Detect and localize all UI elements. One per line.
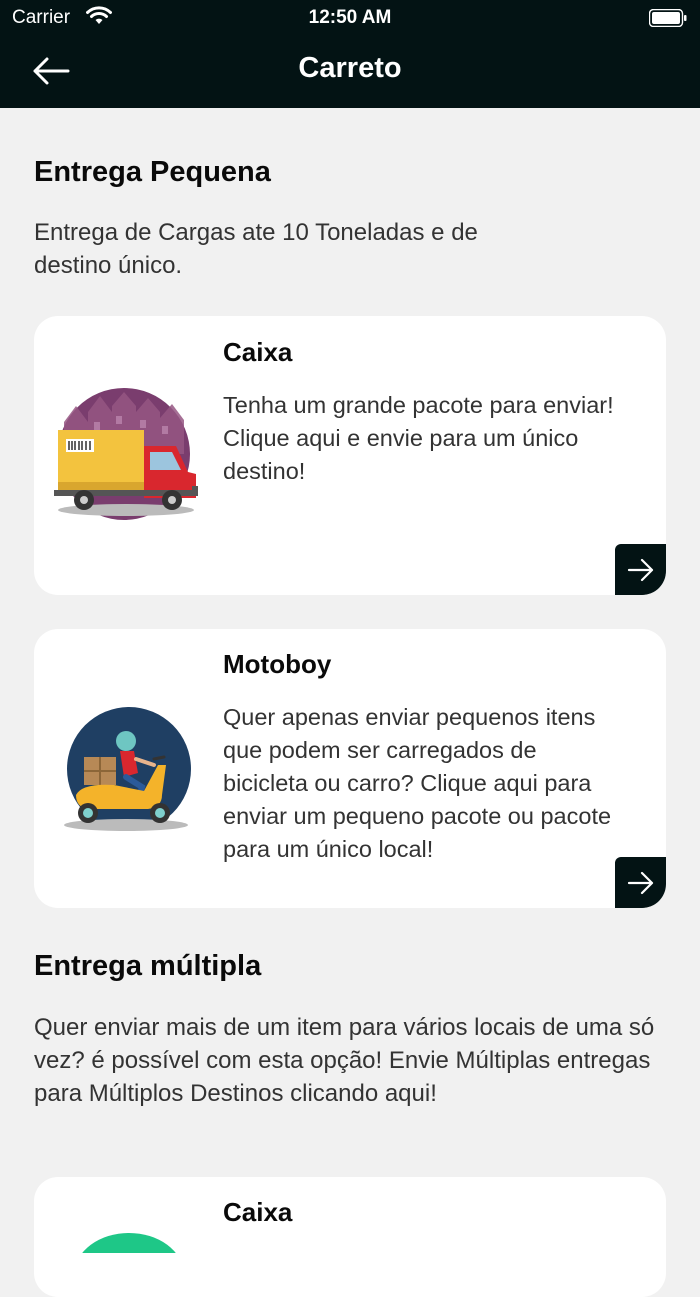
page-title: Carreto: [298, 52, 402, 84]
section-description-multiple-delivery: Quer enviar mais de um item para vários …: [34, 1014, 655, 1107]
battery-icon: [649, 9, 687, 27]
delivery-option-card-multiple-box[interactable]: Caixa: [34, 1177, 666, 1297]
arrow-right-icon: [627, 871, 654, 895]
delivery-truck-icon: [54, 388, 198, 520]
card-title-motoboy: Motoboy: [223, 649, 332, 679]
card-title-multiple-box: Caixa: [223, 1197, 293, 1227]
scooter-courier-icon: [64, 707, 191, 831]
box-next-button[interactable]: [615, 544, 666, 595]
card-title-box: Caixa: [223, 337, 293, 367]
card-description-box: Tenha um grande pacote para enviar! Cliq…: [223, 392, 614, 484]
section-description-small-delivery: Entrega de Cargas ate 10 Toneladas e de …: [34, 219, 478, 279]
navigation-bar: Carrier 12:50 AM Carreto: [0, 0, 700, 108]
delivery-option-card-motoboy[interactable]: Motoboy Quer apenas enviar pequenos iten…: [34, 629, 666, 908]
delivery-illustration-icon: [82, 1233, 176, 1253]
arrow-right-icon: [627, 558, 654, 582]
section-title-multiple-delivery: Entrega múltipla: [34, 950, 262, 982]
card-description-motoboy: Quer apenas enviar pequenos itens que po…: [223, 704, 612, 862]
status-time: 12:50 AM: [308, 7, 392, 28]
status-bar: Carrier 12:50 AM: [0, 0, 700, 36]
delivery-option-card-box[interactable]: Caixa Tenha um grande pacote para enviar…: [34, 316, 666, 595]
motoboy-next-button[interactable]: [615, 857, 666, 908]
section-title-small-delivery: Entrega Pequena: [34, 156, 271, 188]
